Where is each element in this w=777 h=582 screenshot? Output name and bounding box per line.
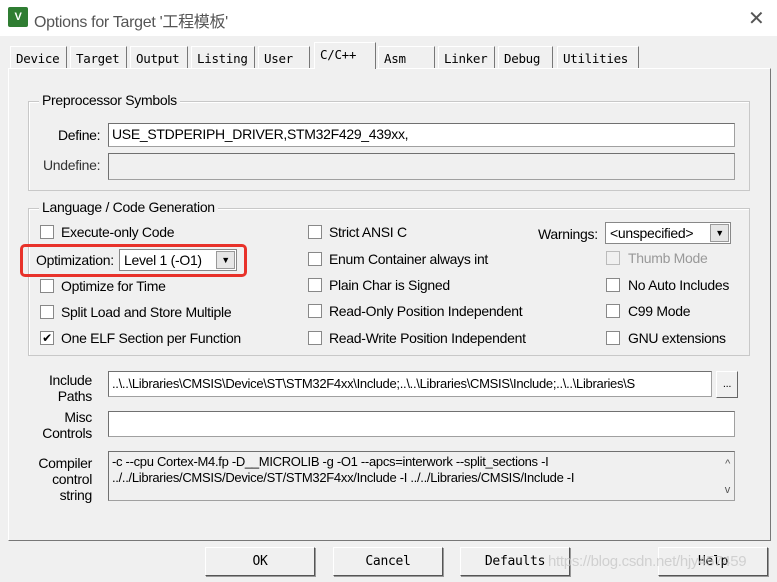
chevron-down-icon[interactable]: ▼ xyxy=(216,251,235,269)
watermark: https://blog.csdn.net/hjy457459 xyxy=(548,553,747,570)
cancel-button[interactable]: Cancel xyxy=(333,547,443,576)
codegen-title: Language / Code Generation xyxy=(39,199,218,215)
optimize-time-label: Optimize for Time xyxy=(61,278,166,294)
no-auto-includes-label: No Auto Includes xyxy=(628,277,730,293)
title-bar: V Options for Target '工程模板' ✕ xyxy=(0,0,777,36)
optimize-time-checkbox[interactable] xyxy=(40,279,54,293)
thumb-mode-checkbox[interactable] xyxy=(606,251,620,265)
one-elf-label: One ELF Section per Function xyxy=(61,330,241,346)
scroll-down-icon[interactable]: v xyxy=(725,482,731,498)
strict-ansi-checkbox[interactable] xyxy=(308,225,322,239)
execute-only-checkbox[interactable] xyxy=(40,225,54,239)
tab-target[interactable]: Target xyxy=(70,46,127,68)
compiler-line-2: ../../Libraries/CMSIS/Device/ST/STM32F4x… xyxy=(112,470,575,485)
tab-listing[interactable]: Listing xyxy=(191,46,255,68)
tab-c-cpp[interactable]: C/C++ xyxy=(314,42,376,69)
compiler-label-line1: Compiler xyxy=(38,455,92,471)
split-load-checkbox[interactable] xyxy=(40,305,54,319)
tab-utilities[interactable]: Utilities xyxy=(557,46,639,68)
compiler-line-1: -c --cpu Cortex-M4.fp -D__MICROLIB -g -O… xyxy=(112,454,549,469)
compiler-label-line3: string xyxy=(59,487,93,503)
define-input[interactable]: USE_STDPERIPH_DRIVER,STM32F429_439xx, xyxy=(108,123,735,147)
ok-button[interactable]: OK xyxy=(205,547,315,576)
tab-device[interactable]: Device xyxy=(10,46,67,68)
plain-char-label: Plain Char is Signed xyxy=(329,277,450,293)
scroll-up-icon[interactable]: ^ xyxy=(725,456,730,472)
rw-pi-checkbox[interactable] xyxy=(308,331,322,345)
uvision-icon: V xyxy=(8,7,28,27)
misc-label-line1: Misc xyxy=(64,409,92,425)
include-label-line1: Include xyxy=(48,372,92,388)
close-icon[interactable]: ✕ xyxy=(748,6,765,31)
browse-button[interactable]: ... xyxy=(716,371,738,398)
execute-only-label: Execute-only Code xyxy=(61,224,175,240)
strict-ansi-label: Strict ANSI C xyxy=(329,224,407,240)
chevron-down-icon[interactable]: ▼ xyxy=(710,224,729,242)
misc-label-line2: Controls xyxy=(42,425,92,441)
one-elf-checkbox[interactable]: ✔ xyxy=(40,331,54,345)
warnings-select[interactable]: <unspecified> ▼ xyxy=(605,222,731,244)
thumb-mode-label: Thumb Mode xyxy=(628,250,708,266)
preprocessor-title: Preprocessor Symbols xyxy=(39,92,180,108)
include-paths-label: Include Paths xyxy=(22,372,92,404)
split-load-label: Split Load and Store Multiple xyxy=(61,304,232,320)
misc-controls-input[interactable] xyxy=(108,411,735,437)
optimization-select[interactable]: Level 1 (-O1) ▼ xyxy=(119,249,237,271)
ro-pi-label: Read-Only Position Independent xyxy=(329,303,523,319)
compiler-string-label: Compiler control string xyxy=(22,455,92,503)
undefine-label: Undefine: xyxy=(43,157,101,173)
warnings-label: Warnings: xyxy=(538,226,598,242)
plain-char-checkbox[interactable] xyxy=(308,278,322,292)
enum-int-label: Enum Container always int xyxy=(329,251,489,267)
c99-checkbox[interactable] xyxy=(606,304,620,318)
tab-linker[interactable]: Linker xyxy=(438,46,495,68)
undefine-input[interactable] xyxy=(108,153,735,180)
include-paths-input[interactable]: ..\..\Libraries\CMSIS\Device\ST\STM32F4x… xyxy=(108,371,712,397)
include-label-line2: Paths xyxy=(57,388,93,404)
optimization-label: Optimization: xyxy=(36,252,114,268)
compiler-string-box[interactable]: -c --cpu Cortex-M4.fp -D__MICROLIB -g -O… xyxy=(108,451,735,501)
gnu-ext-label: GNU extensions xyxy=(628,330,726,346)
rw-pi-label: Read-Write Position Independent xyxy=(329,330,526,346)
window-title: Options for Target '工程模板' xyxy=(34,14,228,31)
no-auto-includes-checkbox[interactable] xyxy=(606,278,620,292)
define-label: Define: xyxy=(58,127,101,143)
tab-output[interactable]: Output xyxy=(130,46,188,68)
c99-label: C99 Mode xyxy=(628,303,691,319)
tab-asm[interactable]: Asm xyxy=(378,46,435,68)
gnu-ext-checkbox[interactable] xyxy=(606,331,620,345)
misc-controls-label: Misc Controls xyxy=(22,409,92,441)
tab-debug[interactable]: Debug xyxy=(498,46,553,68)
enum-int-checkbox[interactable] xyxy=(308,252,322,266)
optimization-value: Level 1 (-O1) xyxy=(124,252,202,268)
tab-user[interactable]: User xyxy=(258,46,310,68)
warnings-value: <unspecified> xyxy=(610,225,694,241)
ro-pi-checkbox[interactable] xyxy=(308,304,322,318)
compiler-label-line2: control xyxy=(52,471,92,487)
